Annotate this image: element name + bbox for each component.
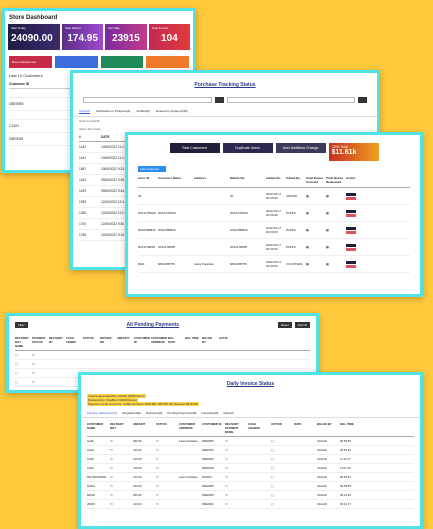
delete-button[interactable]	[346, 196, 356, 200]
submit-button[interactable]: Submit	[294, 322, 310, 328]
accrued-icon[interactable]: ▦	[306, 262, 326, 266]
delete-button[interactable]	[346, 264, 356, 268]
update-button[interactable]	[346, 209, 356, 213]
customers-table: Cust. ID Customer Name Address Mobile No…	[128, 173, 420, 273]
table-row[interactable]: ▢ ▭	[15, 360, 310, 369]
update-button[interactable]	[346, 226, 356, 230]
entries-select[interactable]: 10	[87, 127, 90, 131]
purchase-tabs: Open(0) Verification in Progress(0) Veri…	[73, 103, 377, 117]
table-row[interactable]: 00 00 2022-06-17 00:00:00 ARVIND ▦ ▦	[138, 188, 410, 205]
refresh-button[interactable]: Refresh	[223, 411, 234, 415]
pending-title: All Pending Payments	[126, 322, 179, 328]
total-count: Total Count(18)	[79, 119, 100, 123]
delete-button[interactable]	[346, 213, 356, 217]
table-row[interactable]: METROSPARK ▭ 212.00 ▭ Lalus Paradise D64023 ▭ ▢…	[87, 473, 414, 482]
tab-entered[interactable]: Entered in System(218)	[156, 109, 188, 114]
dashboard-buttons: Bonus Redeemed	[5, 50, 193, 68]
tab-pending-payment[interactable]: Pending Payment(28)	[167, 411, 196, 415]
accrued-icon[interactable]: ▦	[306, 211, 326, 215]
filter-input[interactable]	[83, 97, 212, 103]
tab-delivered[interactable]: Delivered(0)	[146, 411, 162, 415]
total-invoice-tile[interactable]: Total Invoice 104	[148, 24, 190, 50]
delete-button[interactable]	[346, 247, 356, 251]
filter-button[interactable]: Filter	[15, 322, 28, 328]
table-row[interactable]: D2201 ▭ 150.00 ▭ D8E0009 ▭ ▢ SAGAR 09:08:59	[87, 482, 414, 491]
tab-pending-deliveries[interactable]: Pending Deliveries(31)	[87, 411, 117, 415]
row-actions[interactable]	[346, 226, 366, 234]
accrued-icon[interactable]: ▦	[306, 245, 326, 249]
net-sale-tile[interactable]: Net Sale 23915	[105, 24, 147, 50]
table-row[interactable]: D61377BA05 D61377BA05 D61377BA05 2022-06-17…	[138, 205, 410, 222]
row-actions[interactable]	[346, 192, 366, 200]
update-button[interactable]	[346, 192, 356, 196]
sale-return-tile[interactable]: Sale Return 174.95	[61, 24, 104, 50]
daily-title: Daily Invoice Status	[226, 381, 275, 387]
daily-tabs: Pending Deliveries(31) Dispatched(0) Del…	[81, 407, 420, 418]
redeemed-icon[interactable]: ▦	[326, 211, 346, 215]
reset-button[interactable]: ·	[214, 97, 224, 103]
orange-button[interactable]	[146, 56, 189, 68]
table-row[interactable]: ▢ ▭	[15, 351, 310, 360]
search-input[interactable]	[226, 97, 355, 103]
tab-verified[interactable]: Verified(0)	[136, 109, 150, 114]
customer-tiles: Total Customers Duplicate Users User Add…	[128, 135, 420, 165]
duplicate-users-tile[interactable]: Duplicate Users	[222, 143, 273, 153]
redeemed-icon[interactable]: ▦	[326, 228, 346, 232]
purchase-title: Purchase Tracking Status	[194, 82, 256, 88]
sale-today-tile[interactable]: Sale Today 24090.00	[8, 24, 60, 50]
row-actions[interactable]	[346, 243, 366, 251]
table-row[interactable]: G440 ▭ 260.00 ▭ Lalus Paradise D8E0055 ▭ ▢ SAGAR…	[87, 437, 414, 446]
crm-total-tile[interactable]: CRM Total $11.61k	[328, 143, 379, 161]
bonus-redeemed-button[interactable]: Bonus Redeemed	[9, 56, 52, 68]
daily-invoice-window: Daily Invoice Status Invoice generated/N…	[78, 372, 423, 529]
user-additions-tile[interactable]: User Additions Change	[275, 143, 326, 153]
row-actions[interactable]	[346, 209, 366, 217]
stat-tiles: Sale Today 24090.00 Sale Return 174.95 Net…	[5, 24, 193, 50]
table-row[interactable]: 28235 ▭ 210.00 ▭ D8E0091 ▭ ▢ SAGAR 09:12:17	[87, 500, 414, 509]
row-actions[interactable]	[346, 260, 366, 268]
accrued-icon[interactable]: ▦	[306, 228, 326, 232]
dashboard-title: Store Dashboard	[9, 15, 58, 21]
table-row[interactable]: G403 ▭ 412.00 ▭ D8E0045 ▭ ▢ SAGAR 09:53:49	[87, 446, 414, 455]
redeemed-icon[interactable]: ▦	[326, 245, 346, 249]
submit-button[interactable]: ·	[358, 97, 367, 103]
blue-button[interactable]	[54, 56, 98, 68]
update-button[interactable]	[346, 243, 356, 247]
tab-dispatched[interactable]: Dispatched(0)	[122, 411, 141, 415]
table-row[interactable]: G401 ▭ 210.00 ▭ D8E0048 ▭ ▢ SAGAR 11:07:03	[87, 464, 414, 473]
pending-actions: Reset Submit	[277, 322, 310, 328]
redeemed-icon[interactable]: ▦	[326, 194, 346, 198]
redeemed-icon[interactable]: ▦	[326, 262, 346, 266]
table-row[interactable]: G460 ▭ 120.00 ▭ D8E0033 ▭ ▢ SAGAR 11:12:17	[87, 455, 414, 464]
customers-window: Total Customers Duplicate Users User Add…	[125, 132, 423, 297]
add-customer-button[interactable]: Add Customer	[138, 166, 166, 172]
pending-header: Filter All Pending Payments Reset Submit	[9, 316, 316, 334]
tab-cancelled[interactable]: Cancelled(0)	[201, 411, 218, 415]
table-row[interactable]: D61035B835 D61035B835 D61035B835 2022-06-17…	[138, 222, 410, 239]
update-button[interactable]	[346, 260, 356, 264]
accrued-icon[interactable]: ▦	[306, 194, 326, 198]
green-button[interactable]	[100, 56, 144, 68]
total-customers-tile[interactable]: Total Customers	[169, 143, 220, 153]
table-row[interactable]: 8Z200 ▭ 260.00 ▭ D8E0035 ▭ ▢ SAGAR 09:12:09	[87, 491, 414, 500]
daily-summary: Invoice generated/No 1/2A46 (3298 Items)…	[87, 394, 199, 406]
tab-open[interactable]: Open(0)	[79, 109, 91, 114]
table-row[interactable]: D61117B835 D61117B835 D61117B835 2022-06-17…	[138, 239, 410, 256]
daily-table: CUSTOMER NAME DELIVERY BOY AMOUNT STATUS CUS…	[81, 418, 420, 511]
delete-button[interactable]	[346, 230, 356, 234]
reset-button[interactable]: Reset	[277, 322, 292, 328]
tab-verification[interactable]: Verification in Progress(0)	[96, 109, 130, 114]
table-row[interactable]: 9621 9821958755 Lalus Paradise 9821958755 20…	[138, 256, 410, 273]
